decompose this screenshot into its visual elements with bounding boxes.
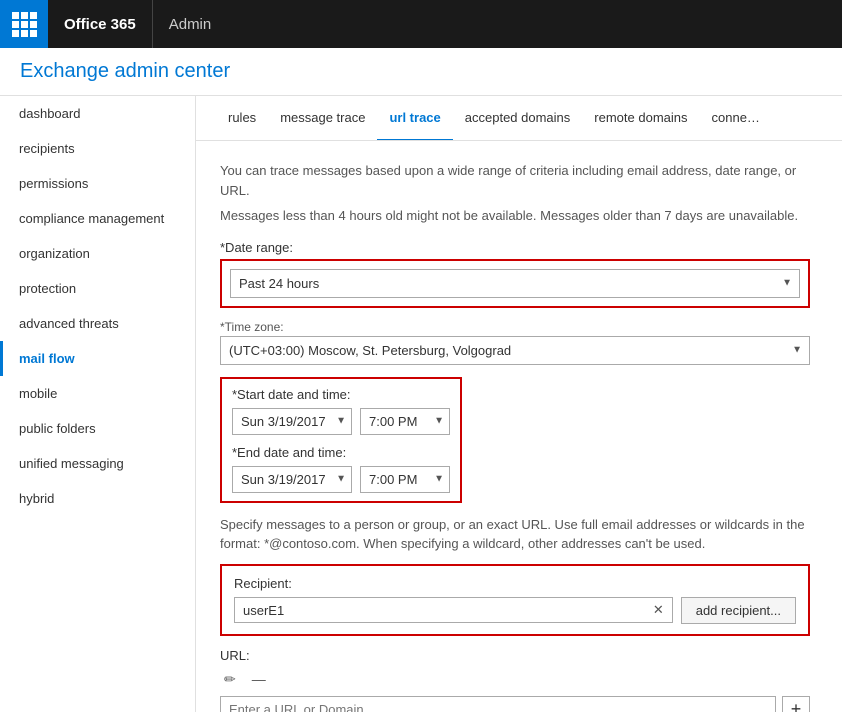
sidebar-item-permissions[interactable]: permissions <box>0 166 195 201</box>
add-recipient-button[interactable]: add recipient... <box>681 597 796 624</box>
main-layout: dashboard recipients permissions complia… <box>0 96 842 712</box>
timezone-label: *Time zone: <box>220 320 810 334</box>
url-edit-icon[interactable]: ✏ <box>220 669 240 690</box>
waffle-button[interactable] <box>0 0 48 48</box>
sidebar-item-dashboard[interactable]: dashboard <box>0 96 195 131</box>
tab-message-trace[interactable]: message trace <box>268 96 377 141</box>
url-add-button[interactable]: + <box>782 696 810 713</box>
start-date-select[interactable]: Sun 3/19/2017 <box>232 408 352 435</box>
url-input[interactable] <box>220 696 776 712</box>
date-range-highlight: Past 24 hours Past 48 hours Past 7 days … <box>220 259 810 308</box>
tab-accepted-domains[interactable]: accepted domains <box>453 96 583 141</box>
sidebar-item-unified-messaging[interactable]: unified messaging <box>0 446 195 481</box>
waffle-icon <box>12 12 37 37</box>
end-time-select[interactable]: 7:00 PM <box>360 466 450 493</box>
page-title: Exchange admin center <box>20 60 230 82</box>
recipient-value: userE1 <box>243 603 647 618</box>
end-date-wrapper[interactable]: Sun 3/19/2017 <box>232 466 352 493</box>
main-content: rules message trace url trace accepted d… <box>196 96 842 712</box>
info-line-1: You can trace messages based upon a wide… <box>220 161 818 200</box>
tab-remote-domains[interactable]: remote domains <box>582 96 699 141</box>
date-range-select[interactable]: Past 24 hours Past 48 hours Past 7 days … <box>230 269 800 298</box>
start-time-wrapper[interactable]: 7:00 PM <box>360 408 450 435</box>
sidebar: dashboard recipients permissions complia… <box>0 96 196 712</box>
sidebar-item-public-folders[interactable]: public folders <box>0 411 195 446</box>
start-date-label: *Start date and time: <box>232 387 450 402</box>
recipient-input-wrap: userE1 ✕ <box>234 597 673 623</box>
top-section-label: Admin <box>153 16 228 33</box>
sidebar-item-hybrid[interactable]: hybrid <box>0 481 195 516</box>
tab-connectors[interactable]: conne… <box>700 96 772 141</box>
sidebar-item-recipients[interactable]: recipients <box>0 131 195 166</box>
sidebar-item-protection[interactable]: protection <box>0 271 195 306</box>
timezone-wrapper[interactable]: (UTC+03:00) Moscow, St. Petersburg, Volg… <box>220 336 810 365</box>
sidebar-item-mobile[interactable]: mobile <box>0 376 195 411</box>
url-section: URL: ✏ — + spamlink.contoso.com <box>220 648 810 713</box>
sidebar-item-advanced-threats[interactable]: advanced threats <box>0 306 195 341</box>
timezone-select[interactable]: (UTC+03:00) Moscow, St. Petersburg, Volg… <box>220 336 810 365</box>
page-title-bar: Exchange admin center <box>0 48 842 96</box>
date-range-wrapper[interactable]: Past 24 hours Past 48 hours Past 7 days … <box>230 269 800 298</box>
app-name: Office 365 <box>48 0 153 48</box>
end-datetime-group: Sun 3/19/2017 7:00 PM <box>232 466 450 493</box>
recipient-label: Recipient: <box>234 576 796 591</box>
top-bar: Office 365 Admin <box>0 0 842 48</box>
sidebar-item-organization[interactable]: organization <box>0 236 195 271</box>
url-delete-icon[interactable]: — <box>248 669 270 690</box>
url-input-row: + <box>220 696 810 713</box>
sidebar-item-mail-flow[interactable]: mail flow <box>0 341 195 376</box>
end-date-select[interactable]: Sun 3/19/2017 <box>232 466 352 493</box>
start-time-select[interactable]: 7:00 PM <box>360 408 450 435</box>
end-date-label: *End date and time: <box>232 445 450 460</box>
recipient-clear-button[interactable]: ✕ <box>653 602 664 618</box>
start-date-wrapper[interactable]: Sun 3/19/2017 <box>232 408 352 435</box>
sub-nav: rules message trace url trace accepted d… <box>196 96 842 141</box>
tab-rules[interactable]: rules <box>216 96 268 141</box>
url-label: URL: <box>220 648 810 663</box>
specify-text: Specify messages to a person or group, o… <box>220 515 810 554</box>
content-area: You can trace messages based upon a wide… <box>196 141 842 712</box>
timezone-row: *Time zone: (UTC+03:00) Moscow, St. Pete… <box>220 320 810 365</box>
recipient-box: Recipient: userE1 ✕ add recipient... <box>220 564 810 636</box>
start-datetime-group: Sun 3/19/2017 7:00 PM <box>232 408 450 435</box>
date-range-label: *Date range: <box>220 240 810 255</box>
sidebar-item-compliance-management[interactable]: compliance management <box>0 201 195 236</box>
url-toolbar: ✏ — <box>220 669 810 690</box>
recipient-row: userE1 ✕ add recipient... <box>234 597 796 624</box>
datetime-highlight: *Start date and time: Sun 3/19/2017 7:00… <box>220 377 462 503</box>
info-line-2: Messages less than 4 hours old might not… <box>220 206 818 226</box>
tab-url-trace[interactable]: url trace <box>377 96 452 141</box>
end-time-wrapper[interactable]: 7:00 PM <box>360 466 450 493</box>
